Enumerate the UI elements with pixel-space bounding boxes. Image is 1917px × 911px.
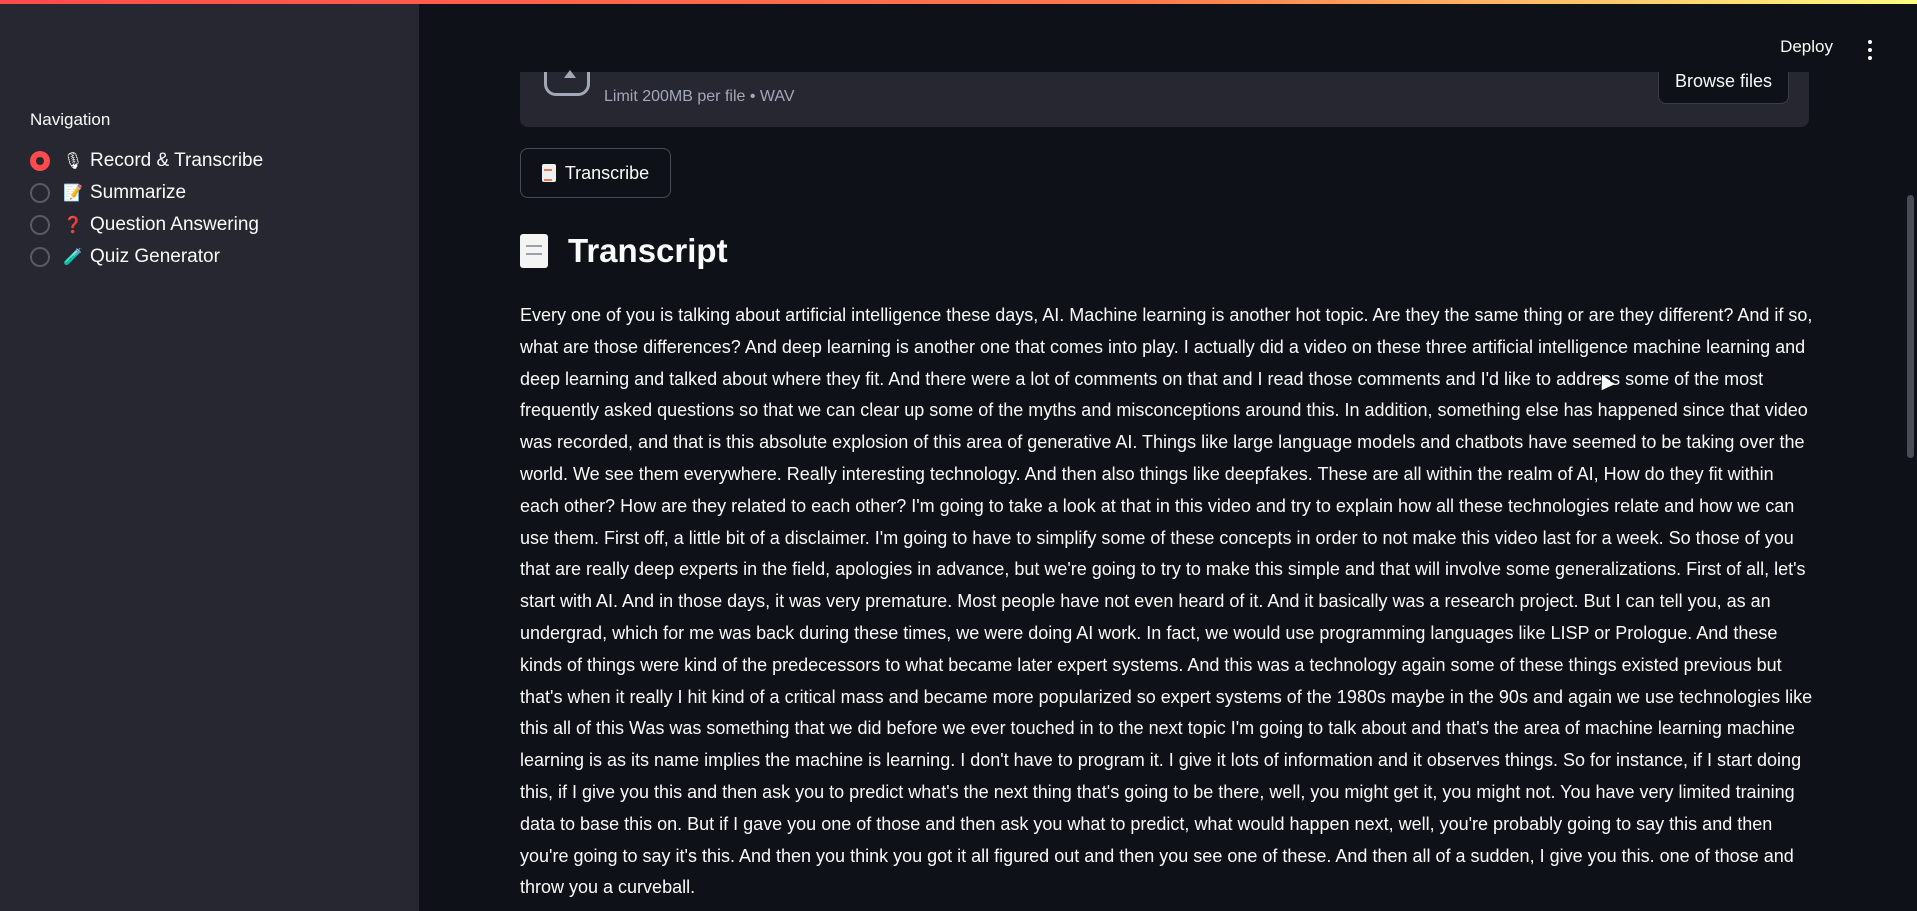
- nav-item-record-transcribe[interactable]: 🎙 Record & Transcribe: [30, 145, 263, 177]
- nav-item-label: Question Answering: [90, 214, 259, 235]
- nav-item-question-answering[interactable]: ❓ Question Answering: [30, 209, 263, 241]
- navigation-title: Navigation: [30, 110, 111, 129]
- nav-item-label: Summarize: [90, 182, 187, 203]
- browse-files-button[interactable]: Browse files: [1658, 72, 1789, 104]
- navigation-radio-group: 🎙 Record & Transcribe 📝 Summarize ❓ Ques…: [30, 145, 263, 273]
- nav-item-label: Record & Transcribe: [90, 150, 264, 171]
- nav-item-label: Quiz Generator: [90, 246, 220, 267]
- main-content: Limit 200MB per file • WAV Browse files …: [419, 4, 1898, 911]
- sidebar: Navigation 🎙 Record & Transcribe 📝 Summa…: [0, 4, 419, 911]
- nav-item-quiz-generator[interactable]: 🧪 Quiz Generator: [30, 241, 263, 273]
- radio-selected-icon[interactable]: [30, 151, 50, 171]
- memo-icon: 📝: [63, 185, 83, 202]
- microphone-icon: 🎙: [62, 153, 84, 170]
- transcript-heading: Transcript: [520, 232, 728, 270]
- file-uploader-dropzone[interactable]: Limit 200MB per file • WAV Browse files: [520, 70, 1809, 127]
- test-tube-icon: 🧪: [63, 249, 83, 266]
- memo-icon: [541, 164, 556, 182]
- transcribe-button[interactable]: Transcribe: [520, 148, 671, 198]
- radio-unselected-icon[interactable]: [30, 247, 50, 267]
- question-mark-icon: ❓: [63, 217, 83, 234]
- nav-item-summarize[interactable]: 📝 Summarize: [30, 177, 263, 209]
- radio-unselected-icon[interactable]: [30, 215, 50, 235]
- radio-unselected-icon[interactable]: [30, 183, 50, 203]
- transcript-text: Every one of you is talking about artifi…: [520, 305, 1813, 898]
- upload-limit-hint: Limit 200MB per file • WAV: [604, 88, 795, 105]
- cloud-upload-icon: [544, 70, 590, 96]
- page-scrollbar[interactable]: [1907, 195, 1914, 458]
- transcript-title: Transcript: [568, 232, 728, 269]
- page-facing-up-icon: [520, 234, 548, 268]
- transcribe-button-label: Transcribe: [564, 162, 650, 183]
